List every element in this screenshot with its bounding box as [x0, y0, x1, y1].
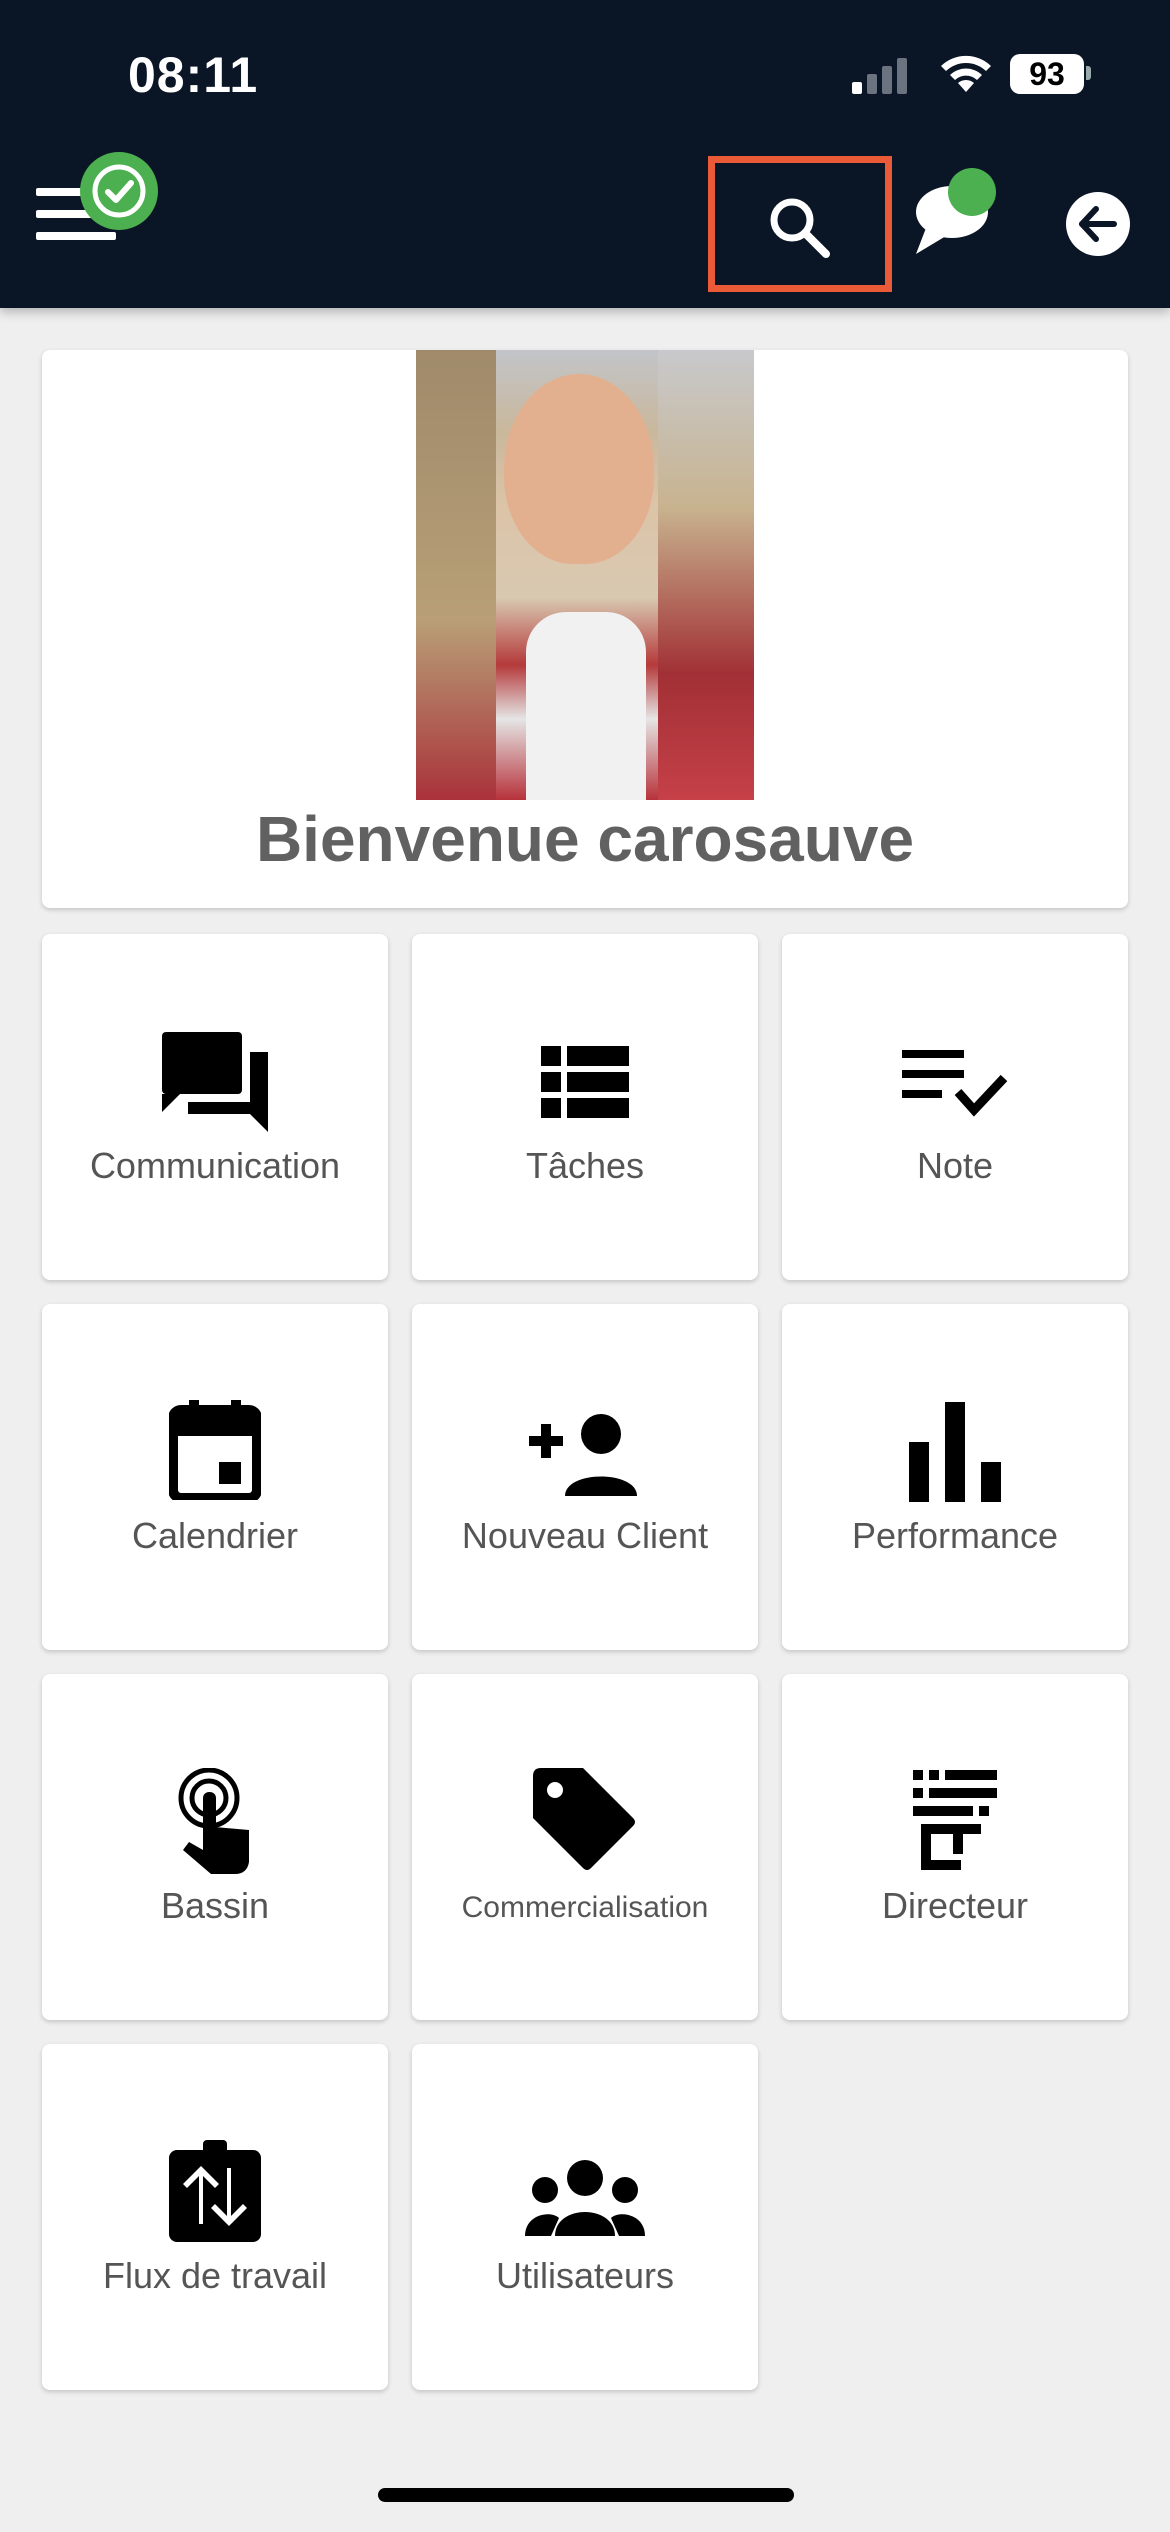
tile-label: Flux de travail — [102, 2255, 328, 2296]
swap-vertical-clipboard-icon — [169, 2140, 261, 2242]
tile-label: Directeur — [881, 1885, 1029, 1926]
person-add-icon — [529, 1414, 637, 1496]
tile-label: Nouveau Client — [461, 1515, 709, 1556]
search-icon — [770, 198, 830, 258]
tile-label: Communication — [89, 1145, 341, 1186]
profile-photo — [416, 350, 754, 800]
arrow-left-icon — [1079, 206, 1117, 242]
bar-chart-icon — [909, 1402, 1001, 1502]
status-icons: 93 — [852, 52, 1092, 102]
welcome-message: Bienvenue carosauve — [255, 803, 915, 875]
forum-icon — [162, 1032, 268, 1132]
tag-icon — [533, 1768, 635, 1870]
notification-dot — [948, 168, 996, 216]
tile-commercialisation[interactable]: Commercialisation — [412, 1674, 758, 2020]
search-button[interactable] — [764, 192, 836, 264]
tile-bassin[interactable]: Bassin — [42, 1674, 388, 2020]
group-icon — [525, 2160, 645, 2236]
list-view-icon — [541, 1046, 629, 1118]
tile-label: Calendrier — [131, 1515, 299, 1556]
battery-tip — [1086, 66, 1091, 80]
calendar-icon — [169, 1400, 261, 1500]
tile-label: Utilisateurs — [495, 2255, 675, 2296]
checklist-icon — [902, 1050, 1008, 1117]
tile-calendrier[interactable]: Calendrier — [42, 1304, 388, 1650]
tile-nouveau-client[interactable]: Nouveau Client — [412, 1304, 758, 1650]
battery-indicator: 93 — [1010, 54, 1084, 94]
tile-label: Tâches — [525, 1145, 645, 1186]
tile-directeur[interactable]: Directeur — [782, 1674, 1128, 2020]
wifi-icon — [941, 55, 991, 92]
touch-app-icon — [178, 1768, 249, 1874]
org-chart-icon — [913, 1770, 997, 1870]
signal-icon — [852, 58, 907, 94]
tile-note[interactable]: Note — [782, 934, 1128, 1280]
status-time: 08:11 — [128, 47, 259, 103]
tile-utilisateurs[interactable]: Utilisateurs — [412, 2044, 758, 2390]
tile-communication[interactable]: Communication — [42, 934, 388, 1280]
top-bar: 08:11 93 — [0, 0, 1170, 308]
check-circle-icon — [80, 152, 158, 230]
tile-flux-de-travail[interactable]: Flux de travail — [42, 2044, 388, 2390]
tile-label: Performance — [851, 1515, 1059, 1556]
tile-performance[interactable]: Performance — [782, 1304, 1128, 1650]
tile-taches[interactable]: Tâches — [412, 934, 758, 1280]
welcome-card: Bienvenue carosauve — [42, 350, 1128, 908]
tile-label: Bassin — [160, 1885, 270, 1926]
back-button[interactable] — [1066, 192, 1130, 256]
home-indicator[interactable] — [378, 2488, 794, 2502]
tile-label: Note — [916, 1145, 994, 1186]
tile-label: Commercialisation — [461, 1891, 709, 1924]
